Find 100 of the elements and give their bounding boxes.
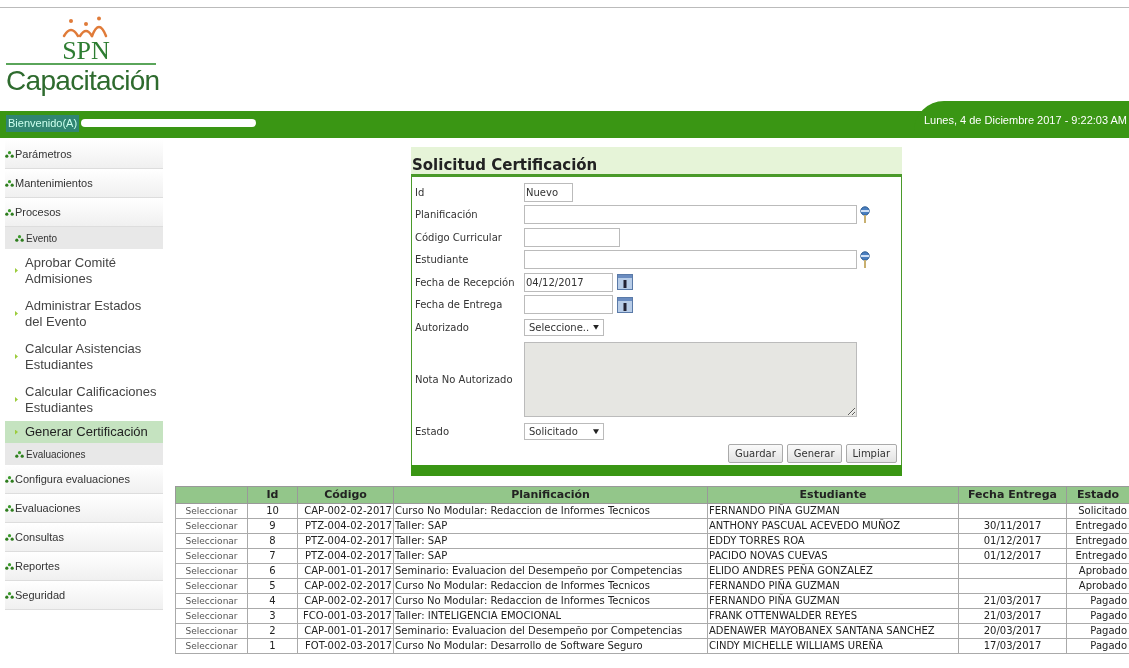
table-cell: 6 xyxy=(247,563,298,579)
select-link[interactable]: Seleccionar xyxy=(175,533,248,549)
select-link[interactable]: Seleccionar xyxy=(175,548,248,564)
select-link[interactable]: Seleccionar xyxy=(175,518,248,534)
table-cell: Curso No Modular: Redaccion de Informes Tecnicos xyxy=(393,578,708,594)
logo-mark: SPN xyxy=(62,40,110,62)
form-button[interactable]: Limpiar xyxy=(845,444,897,463)
sidebar-item[interactable]: Consultas xyxy=(15,528,64,546)
table-cell: Pagado xyxy=(1066,608,1129,624)
table-cell: CAP-001-01-2017 xyxy=(297,623,394,639)
table-cell: 1 xyxy=(247,638,298,654)
field-label: Nota No Autorizado xyxy=(414,373,514,387)
field-label: Estado xyxy=(414,425,451,440)
select-link[interactable]: Seleccionar xyxy=(175,578,248,594)
cluster-icon xyxy=(5,591,14,599)
table-cell: EDDY TORRES ROA xyxy=(707,533,959,549)
form-button[interactable]: Generar xyxy=(786,444,842,463)
table-cell: PTZ-004-02-2017 xyxy=(297,533,394,549)
calendar-icon[interactable] xyxy=(617,296,633,313)
table-cell: CAP-002-02-2017 xyxy=(297,593,394,609)
select-link[interactable]: Seleccionar xyxy=(175,563,248,579)
input-field[interactable] xyxy=(524,227,620,247)
sidebar-subitem[interactable]: Evento xyxy=(26,230,58,246)
table-cell: Pagado xyxy=(1066,593,1129,609)
select-link[interactable]: Seleccionar xyxy=(175,593,248,609)
select-link[interactable]: Seleccionar xyxy=(175,623,248,639)
select-link[interactable]: Seleccionar xyxy=(175,638,248,654)
input-field[interactable]: Nuevo xyxy=(524,182,573,202)
cluster-icon xyxy=(15,234,24,242)
field-label: Id xyxy=(414,185,426,200)
table-cell: 2 xyxy=(247,623,298,639)
table-cell: CINDY MICHELLE WILLIAMS UREÑA xyxy=(707,638,959,654)
column-header: Estudiante xyxy=(707,486,959,504)
table-cell: 4 xyxy=(247,593,298,609)
sidebar-item[interactable]: Reportes xyxy=(15,557,60,575)
form-title: Solicitud Certificación xyxy=(411,147,902,177)
cluster-icon xyxy=(5,475,14,483)
cluster-icon xyxy=(5,150,14,158)
table-cell: 01/12/2017 xyxy=(958,548,1067,564)
input-field[interactable] xyxy=(524,205,857,225)
calendar-icon[interactable] xyxy=(617,274,633,291)
column-header: Fecha Entrega xyxy=(958,486,1067,504)
cluster-icon xyxy=(5,179,14,187)
dropdown[interactable]: Seleccione.. xyxy=(524,318,604,336)
column-header: Planificación xyxy=(393,486,708,504)
table-cell: ANTHONY PASCUAL ACEVEDO MUÑOZ xyxy=(707,518,959,534)
table-cell: CAP-001-01-2017 xyxy=(297,563,394,579)
input-field[interactable] xyxy=(524,295,613,315)
table-cell: PTZ-004-02-2017 xyxy=(297,548,394,564)
sidebar-item[interactable]: Procesos xyxy=(15,203,61,221)
cluster-icon xyxy=(15,450,24,458)
cluster-icon xyxy=(5,208,14,216)
select-link[interactable]: Seleccionar xyxy=(175,608,248,624)
table-cell: 30/11/2017 xyxy=(958,518,1067,534)
table-cell: Aprobado xyxy=(1066,563,1129,579)
menu-link[interactable]: Calcular Calificaciones Estudiantes xyxy=(25,383,157,416)
field-label: Planificación xyxy=(414,208,479,223)
table-cell: Curso No Modular: Redaccion de Informes Tecnicos xyxy=(393,503,708,519)
table-cell: 21/03/2017 xyxy=(958,608,1067,624)
cluster-icon xyxy=(5,504,14,512)
field-label: Código Curricular xyxy=(414,230,503,245)
column-header: Id xyxy=(247,486,298,504)
table-cell: Seminario: Evaluacion del Desempeño por Competencias xyxy=(393,623,708,639)
table-cell: FERNANDO PIÑA GUZMAN xyxy=(707,503,959,519)
table-cell: 21/03/2017 xyxy=(958,593,1067,609)
menu-link[interactable]: Administrar Estados del Evento xyxy=(25,297,157,330)
table-cell: Entregado xyxy=(1066,518,1129,534)
field-label: Autorizado xyxy=(414,320,470,335)
select-link[interactable]: Seleccionar xyxy=(175,503,248,519)
table-cell: 3 xyxy=(247,608,298,624)
table-cell: Taller: SAP xyxy=(393,518,708,534)
table-cell: Taller: INTELIGENCIA EMOCIONAL xyxy=(393,608,708,624)
menu-link[interactable]: Aprobar Comité Admisiones xyxy=(25,254,157,287)
cluster-icon xyxy=(5,562,14,570)
field-label: Fecha de Recepción xyxy=(414,275,516,290)
input-field[interactable]: 04/12/2017 xyxy=(524,272,613,292)
table-cell: FOT-002-03-2017 xyxy=(297,638,394,654)
menu-link[interactable]: Calcular Asistencias Estudiantes xyxy=(25,340,157,373)
date-time: Lunes, 4 de Diciembre 2017 - 9:22:03 AM xyxy=(924,112,1127,128)
welcome-label: Bienvenido(A) xyxy=(6,115,80,132)
dropdown[interactable]: Solicitado xyxy=(524,423,604,441)
table-cell: 01/12/2017 xyxy=(958,533,1067,549)
logo-title: Capacitación xyxy=(6,65,160,97)
table-cell: Pagado xyxy=(1066,623,1129,639)
search-pin-icon[interactable] xyxy=(860,250,870,269)
table-cell: Curso No Modular: Desarrollo de Software Seguro xyxy=(393,638,708,654)
table-cell: FERNANDO PIÑA GUZMAN xyxy=(707,593,959,609)
table-cell: PACIDO NOVAS CUEVAS xyxy=(707,548,959,564)
table-cell: ADENAWER MAYOBANEX SANTANA SANCHEZ xyxy=(707,623,959,639)
input-field[interactable] xyxy=(524,250,857,270)
table-cell: CAP-002-02-2017 xyxy=(297,503,394,519)
search-pin-icon[interactable] xyxy=(860,205,870,224)
table-cell: Solicitado xyxy=(1066,503,1129,519)
table-cell: 8 xyxy=(247,533,298,549)
table-cell: 10 xyxy=(247,503,298,519)
table-cell: Taller: SAP xyxy=(393,548,708,564)
cluster-icon xyxy=(5,533,14,541)
form-button[interactable]: Guardar xyxy=(728,444,783,463)
table-cell: ELIDO ANDRES PEÑA GONZALEZ xyxy=(707,563,959,579)
field-label: Fecha de Entrega xyxy=(414,298,504,313)
